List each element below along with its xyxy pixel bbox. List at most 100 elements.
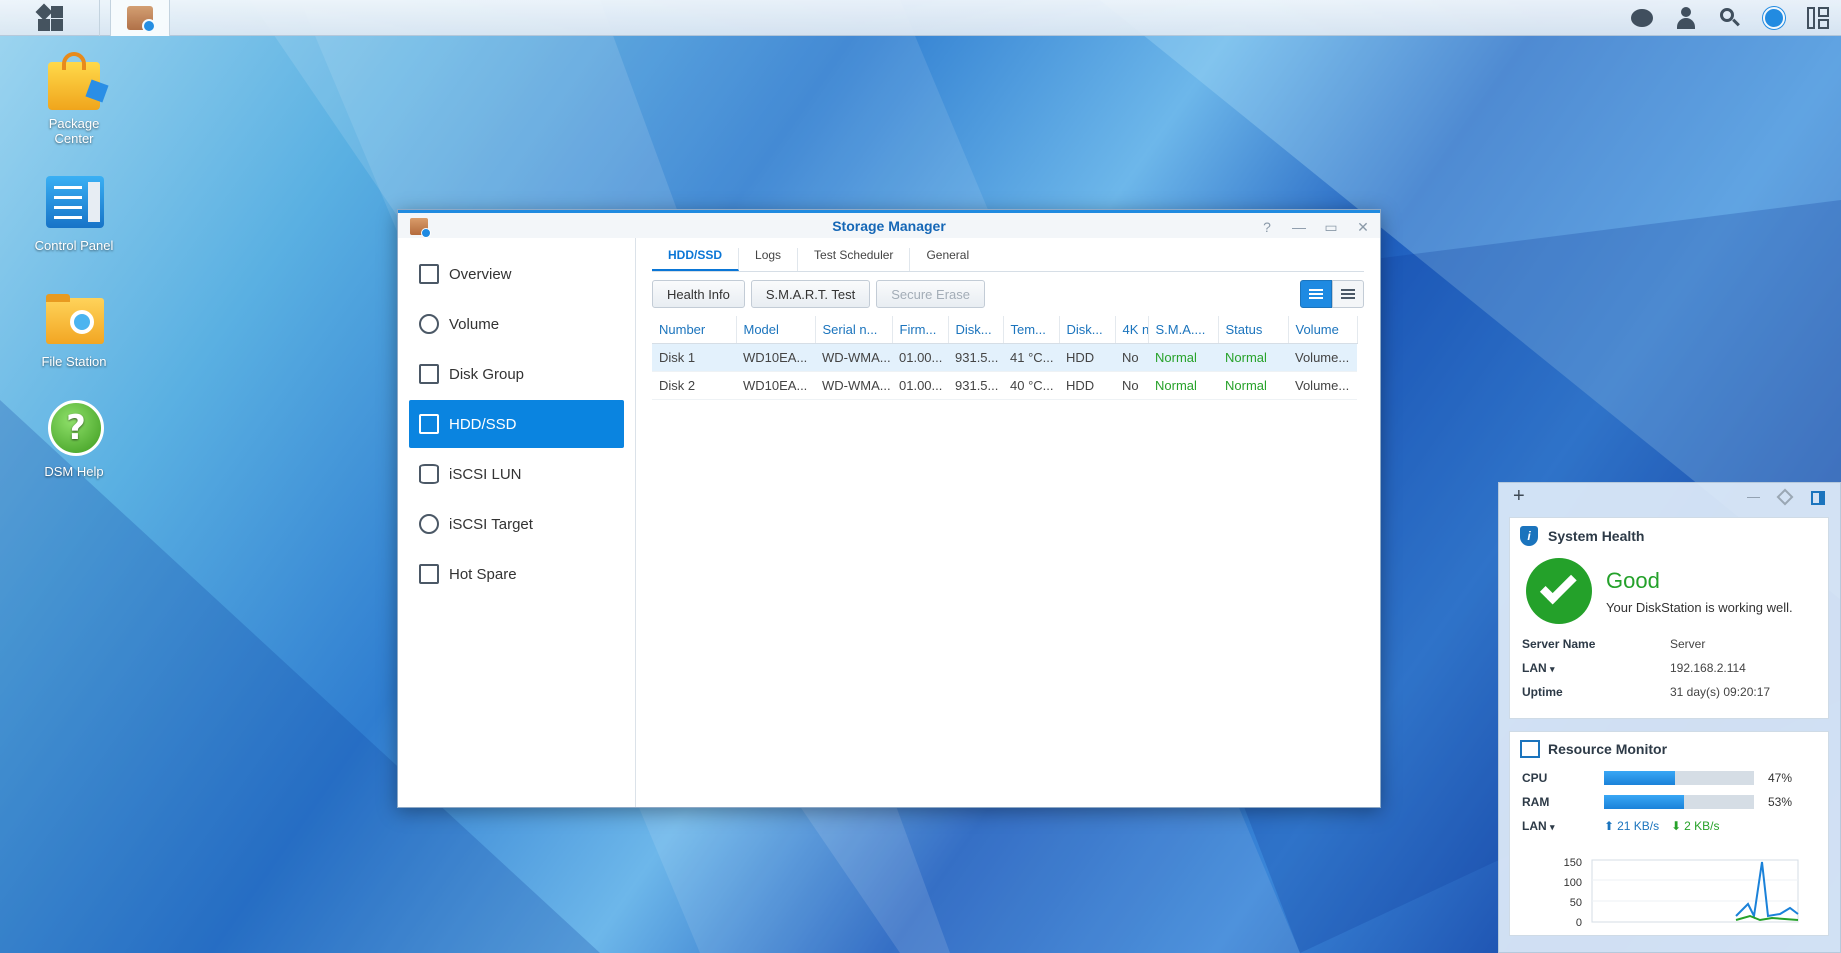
- column-header[interactable]: Number: [652, 316, 737, 344]
- tab-hdd-ssd[interactable]: HDD/SSD: [652, 248, 740, 271]
- help-icon: ?: [42, 400, 106, 460]
- desktop-icon-file-station[interactable]: File Station: [14, 290, 134, 369]
- sidebar-item-iscsi-lun[interactable]: iSCSI LUN: [409, 450, 624, 498]
- window-titlebar[interactable]: Storage Manager ? — ▭ ✕: [398, 210, 1380, 238]
- table-cell: 40 °C...: [1003, 371, 1059, 400]
- download-series-line: [1735, 914, 1799, 922]
- lan-dropdown[interactable]: LAN ▾: [1522, 661, 1670, 675]
- table-cell: Disk 1: [652, 343, 736, 372]
- desktop-icon-label: DSM Help: [44, 464, 104, 479]
- sidebar-item-overview[interactable]: Overview: [409, 250, 624, 298]
- desktop-icon-label: Control Panel: [34, 238, 114, 253]
- detail-view-button[interactable]: [1332, 280, 1364, 308]
- column-header[interactable]: 4K n: [1115, 316, 1149, 344]
- table-cell: Volume...: [1288, 343, 1357, 372]
- column-header[interactable]: Serial n...: [815, 316, 893, 344]
- upload-arrow-icon: ⬆: [1604, 819, 1615, 833]
- sidebar-item-label: iSCSI Target: [449, 515, 533, 533]
- upload-rate: 21 KB/s: [1617, 819, 1660, 833]
- chat-button[interactable]: [1628, 0, 1656, 36]
- upload-series-line: [1735, 861, 1799, 920]
- taskbar-storage-manager[interactable]: [110, 0, 170, 36]
- table-row[interactable]: Disk 2 WD10EA... WD-WMA... 01.00... 931.…: [652, 371, 1357, 400]
- ram-usage-fill: [1604, 795, 1684, 809]
- secure-erase-button[interactable]: Secure Erase: [876, 280, 985, 308]
- close-button[interactable]: ✕: [1354, 218, 1372, 236]
- lan-dropdown[interactable]: LAN ▾: [1522, 819, 1604, 833]
- sidebar-item-iscsi-target[interactable]: iSCSI Target: [409, 500, 624, 548]
- tab-general[interactable]: General: [910, 248, 985, 271]
- storage-manager-icon: [127, 6, 156, 33]
- column-header[interactable]: Status: [1218, 316, 1289, 344]
- y-tick-label: 50: [1570, 897, 1582, 909]
- search-button[interactable]: [1716, 0, 1744, 36]
- uptime-value: 31 day(s) 09:20:17: [1670, 685, 1771, 699]
- sidebar: Overview Volume Disk Group HDD/SSD iSCSI…: [398, 238, 636, 807]
- maximize-button[interactable]: ▭: [1322, 218, 1340, 236]
- control-panel-icon: [42, 174, 106, 234]
- sidebar-item-hot-spare[interactable]: Hot Spare: [409, 550, 624, 598]
- column-header[interactable]: S.M.A....: [1148, 316, 1219, 344]
- cpu-usage-bar: [1604, 771, 1754, 785]
- detail-list-icon: [1341, 289, 1355, 299]
- column-header[interactable]: Volume: [1288, 316, 1358, 344]
- add-widget-button[interactable]: +: [1513, 485, 1525, 508]
- checkmark-icon: [1526, 558, 1592, 624]
- column-header[interactable]: Disk...: [948, 316, 1004, 344]
- lan-ip-value: 192.168.2.114: [1670, 661, 1746, 675]
- window-title: Storage Manager: [832, 218, 946, 234]
- tab-logs[interactable]: Logs: [739, 248, 799, 271]
- user-button[interactable]: [1672, 0, 1700, 36]
- table-header-row: Number Model Serial n... Firm... Disk...…: [652, 316, 1358, 344]
- widget-panel-icon[interactable]: [1811, 491, 1825, 505]
- table-row[interactable]: Disk 1 WD10EA... WD-WMA... 01.00... 931.…: [652, 343, 1357, 372]
- tab-test-scheduler[interactable]: Test Scheduler: [798, 248, 911, 271]
- list-view-button[interactable]: [1300, 280, 1332, 308]
- info-shield-icon: i: [1520, 526, 1538, 546]
- column-header[interactable]: Model: [736, 316, 816, 344]
- lun-icon: [419, 464, 439, 484]
- resource-monitor-header: Resource Monitor: [1510, 732, 1828, 766]
- taskbar: [0, 0, 1841, 36]
- sidebar-item-hdd-ssd[interactable]: HDD/SSD: [409, 400, 624, 448]
- folder-search-icon: [42, 290, 106, 350]
- tab-bar: HDD/SSD Logs Test Scheduler General: [652, 238, 1364, 272]
- sidebar-item-label: Volume: [449, 315, 500, 333]
- desktop-icon-package-center[interactable]: Package Center: [14, 52, 134, 146]
- sidebar-item-label: Disk Group: [449, 365, 525, 383]
- health-message: Your DiskStation is working well.: [1606, 599, 1793, 615]
- table-cell: WD10EA...: [736, 371, 815, 400]
- minimize-button[interactable]: —: [1290, 218, 1308, 236]
- download-arrow-icon: ⬇: [1671, 819, 1682, 833]
- cpu-usage-fill: [1604, 771, 1675, 785]
- desktop-icon-control-panel[interactable]: Control Panel: [14, 174, 134, 253]
- desktop-icon-dsm-help[interactable]: ? DSM Help: [14, 400, 134, 479]
- main-menu-button[interactable]: [0, 0, 100, 36]
- column-header[interactable]: Disk...: [1059, 316, 1116, 344]
- help-button[interactable]: ?: [1258, 218, 1276, 236]
- y-tick-label: 0: [1576, 917, 1582, 929]
- minimize-widget-button[interactable]: —: [1747, 489, 1760, 504]
- storage-manager-window: Storage Manager ? — ▭ ✕ Overview Volume …: [397, 209, 1381, 808]
- sidebar-item-disk-group[interactable]: Disk Group: [409, 350, 624, 398]
- ram-percent-text: 53%: [1768, 795, 1793, 809]
- column-header[interactable]: Tem...: [1003, 316, 1060, 344]
- uptime-label: Uptime: [1522, 685, 1563, 699]
- options-button[interactable]: [1760, 0, 1788, 36]
- volume-icon: [419, 314, 439, 334]
- smart-test-button[interactable]: S.M.A.R.T. Test: [750, 280, 871, 308]
- hot-spare-icon: [419, 564, 439, 584]
- table-cell: Normal: [1148, 343, 1218, 372]
- pin-icon[interactable]: [1776, 488, 1794, 506]
- health-info-button[interactable]: Health Info: [652, 280, 745, 308]
- widgets-button[interactable]: [1804, 0, 1832, 36]
- ram-row: RAM 53%: [1510, 790, 1828, 814]
- sidebar-item-volume[interactable]: Volume: [409, 300, 624, 348]
- column-header[interactable]: Firm...: [892, 316, 949, 344]
- network-chart: 150 100 50 0: [1564, 857, 1799, 929]
- resource-monitor-card: Resource Monitor CPU 47% RAM 53% LAN ▾ ⬆…: [1509, 731, 1829, 936]
- table-cell: No: [1115, 371, 1148, 400]
- search-icon: [1719, 7, 1741, 29]
- system-health-card: i System Health Good Your DiskStation is…: [1509, 517, 1829, 719]
- monitor-icon: [1520, 740, 1540, 758]
